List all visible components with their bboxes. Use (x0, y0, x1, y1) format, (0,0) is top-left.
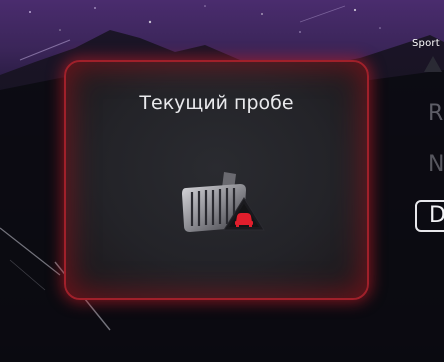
warning-dialog: Текущий пробе (64, 60, 369, 300)
brake-pedal-warning-icon (182, 172, 265, 232)
gear-r[interactable]: R (428, 101, 443, 126)
gear-d-selected[interactable]: D (415, 200, 444, 232)
gear-n[interactable]: N (428, 152, 444, 177)
warning-dialog-title: Текущий пробе (139, 92, 294, 114)
drive-mode-label: Sport (412, 38, 440, 49)
vehicle-display-screen: Sport R N D Текущий пробе (0, 0, 444, 362)
